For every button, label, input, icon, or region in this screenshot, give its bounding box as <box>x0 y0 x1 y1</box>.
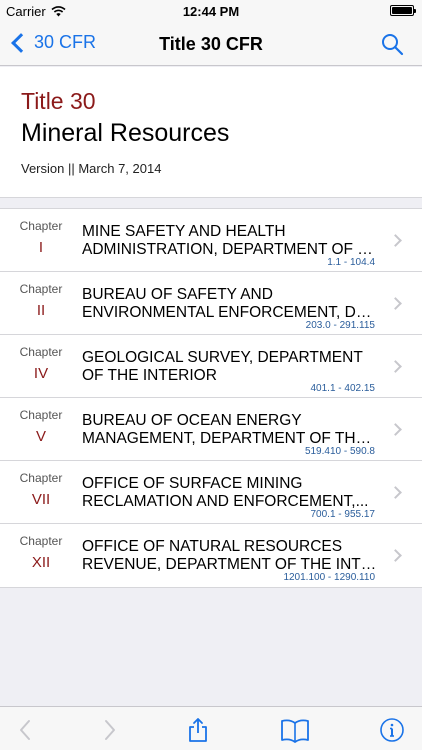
chapter-range: 700.1 - 955.17 <box>310 509 376 520</box>
chapter-name-line1: OFFICE OF SURFACE MINING <box>82 475 303 492</box>
chapter-name: OFFICE OF NATURAL RESOURCES REVENUE, DEP… <box>82 538 378 574</box>
title-name: Mineral Resources <box>21 119 230 147</box>
chevron-right-icon <box>389 549 402 562</box>
chapter-range: 1.1 - 104.4 <box>327 257 375 268</box>
chevron-right-icon <box>389 423 402 436</box>
chapter-row[interactable]: Chapter XII OFFICE OF NATURAL RESOURCES … <box>0 524 422 587</box>
chapter-name: BUREAU OF OCEAN ENERGY MANAGEMENT, DEPAR… <box>82 412 378 448</box>
chapter-row[interactable]: Chapter V BUREAU OF OCEAN ENERGY MANAGEM… <box>0 398 422 461</box>
chapter-label: Chapter <box>19 282 63 296</box>
chevron-right-icon <box>389 360 402 373</box>
title-number: Title 30 <box>21 88 96 114</box>
chapter-number: V <box>35 428 46 445</box>
chapter-name-line1: BUREAU OF SAFETY AND <box>82 286 273 303</box>
chapter-name: OFFICE OF SURFACE MINING RECLAMATION AND… <box>82 475 378 511</box>
chapter-row[interactable]: Chapter I MINE SAFETY AND HEALTH ADMINIS… <box>0 209 422 272</box>
chapter-label: Chapter <box>19 345 63 359</box>
chapter-number: VII <box>31 491 51 508</box>
chevron-right-icon <box>389 297 402 310</box>
chapter-name-line1: GEOLOGICAL SURVEY, DEPARTMENT <box>82 349 363 366</box>
search-icon[interactable] <box>380 32 404 56</box>
chapter-label: Chapter <box>19 471 63 485</box>
chapter-name: MINE SAFETY AND HEALTH ADMINISTRATION, D… <box>82 223 378 259</box>
chapter-number: IV <box>33 365 49 382</box>
chapter-row[interactable]: Chapter II BUREAU OF SAFETY AND ENVIRONM… <box>0 272 422 335</box>
navigation-bar: 30 CFR Title 30 CFR <box>0 22 422 66</box>
chapter-name: GEOLOGICAL SURVEY, DEPARTMENT OF THE INT… <box>82 349 378 385</box>
bottom-toolbar <box>0 706 422 750</box>
info-icon[interactable] <box>379 717 405 743</box>
chapter-number: XII <box>31 554 51 571</box>
chapter-label: Chapter <box>19 534 63 548</box>
chapter-label: Chapter <box>19 219 63 233</box>
chapter-range: 203.0 - 291.115 <box>305 320 375 331</box>
chapter-range: 519.410 - 590.8 <box>304 446 375 457</box>
page-title: Title 30 CFR <box>159 34 263 54</box>
chapter-range: 401.1 - 402.15 <box>310 383 376 394</box>
chapter-number: II <box>36 302 46 319</box>
version-label: Version || March 7, 2014 <box>21 161 162 176</box>
chapter-label: Chapter <box>19 408 63 422</box>
status-bar: Carrier 12:44 PM <box>0 0 422 22</box>
arrow-left-icon[interactable] <box>13 717 39 743</box>
chapter-row[interactable]: Chapter VII OFFICE OF SURFACE MINING REC… <box>0 461 422 524</box>
chapter-name-line1: BUREAU OF OCEAN ENERGY <box>82 412 302 429</box>
book-icon[interactable] <box>280 717 310 743</box>
screen: Carrier 12:44 PM 30 CFR Title 30 CFR Tit… <box>0 0 422 750</box>
arrow-right-icon[interactable] <box>96 717 122 743</box>
title-header: Title 30 Mineral Resources Version || Ma… <box>0 67 422 198</box>
chapter-name-line1: OFFICE OF NATURAL RESOURCES <box>82 538 343 555</box>
chapter-row[interactable]: Chapter IV GEOLOGICAL SURVEY, DEPARTMENT… <box>0 335 422 398</box>
chevron-right-icon <box>389 486 402 499</box>
chapter-number: I <box>38 239 44 256</box>
clock: 12:44 PM <box>182 4 240 19</box>
share-icon[interactable] <box>185 717 211 743</box>
chapter-list: Chapter I MINE SAFETY AND HEALTH ADMINIS… <box>0 208 422 588</box>
chapter-name-line1: MINE SAFETY AND HEALTH <box>82 223 286 240</box>
battery-icon <box>390 5 416 16</box>
chapter-name: BUREAU OF SAFETY AND ENVIRONMENTAL ENFOR… <box>82 286 378 322</box>
chapter-range: 1201.100 - 1290.110 <box>283 572 375 583</box>
chevron-right-icon <box>389 234 402 247</box>
